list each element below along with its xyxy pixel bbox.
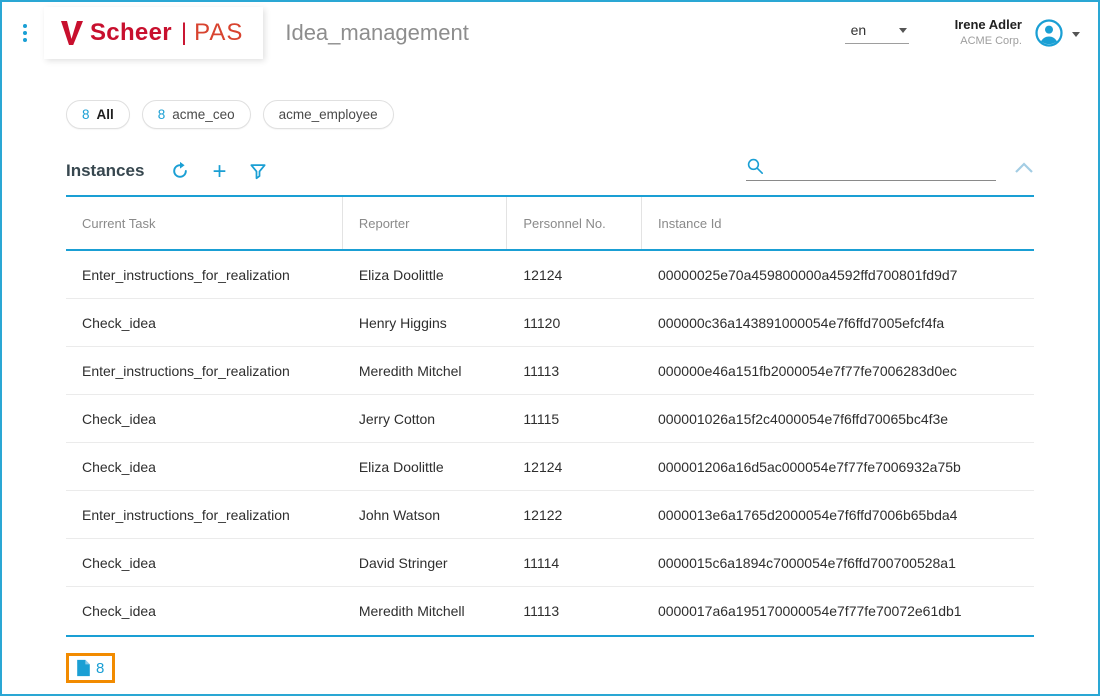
app-title: Idea_management	[285, 20, 468, 46]
table-row[interactable]: Check_ideaEliza Doolittle12124000001206a…	[66, 443, 1034, 491]
table-cell: 12122	[507, 507, 642, 523]
refresh-icon	[170, 161, 190, 181]
table-cell: 12124	[507, 267, 642, 283]
table-cell: Eliza Doolittle	[343, 459, 508, 475]
table-cell: 000000e46a151fb2000054e7f77fe7006283d0ec	[642, 363, 1034, 379]
filter-chip-acme_ceo[interactable]: 8 acme_ceo	[142, 100, 251, 129]
chip-label: All	[97, 107, 114, 122]
table-cell: Check_idea	[66, 411, 343, 427]
user-avatar-icon[interactable]	[1034, 18, 1064, 48]
table-cell: 0000013e6a1765d2000054e7f6ffd7006b65bda4	[642, 507, 1034, 523]
app-window: { "header": { "brand": { "name": "Scheer…	[0, 0, 1100, 696]
table-row[interactable]: Check_ideaJerry Cotton11115000001026a15f…	[66, 395, 1034, 443]
table-cell: 11120	[507, 315, 642, 331]
table-cell: David Stringer	[343, 555, 508, 571]
instance-count: 8	[96, 660, 104, 677]
chip-count: 8	[158, 107, 166, 122]
search-box	[746, 157, 996, 181]
filter-chip-acme_employee[interactable]: acme_employee	[263, 100, 394, 129]
language-value: en	[851, 22, 867, 38]
brand-suffix: PAS	[194, 19, 243, 47]
table-cell: Check_idea	[66, 555, 343, 571]
table-cell: 11113	[507, 603, 642, 619]
table-cell: Henry Higgins	[343, 315, 508, 331]
table-cell: Eliza Doolittle	[343, 267, 508, 283]
filter-chip-all[interactable]: 8 All	[66, 100, 130, 129]
chevron-down-icon	[899, 28, 907, 33]
scheer-logo-icon	[60, 20, 84, 46]
column-header-personnel-no: Personnel No.	[507, 197, 642, 249]
footer: 8	[66, 653, 1098, 683]
plus-icon: +	[212, 163, 226, 181]
table-cell: John Watson	[343, 507, 508, 523]
table-header-row: Current Task Reporter Personnel No. Inst…	[66, 197, 1034, 251]
table-row[interactable]: Check_ideaDavid Stringer111140000015c6a1…	[66, 539, 1034, 587]
user-name: Irene Adler	[955, 17, 1022, 34]
filter-button[interactable]	[248, 161, 268, 181]
column-header-current-task: Current Task	[66, 197, 343, 249]
table-row[interactable]: Enter_instructions_for_realizationJohn W…	[66, 491, 1034, 539]
table-cell: 0000015c6a1894c7000054e7f6ffd700700528a1	[642, 555, 1034, 571]
table-cell: 000000c36a143891000054e7f6ffd7005efcf4fa	[642, 315, 1034, 331]
brand-divider: |	[181, 19, 187, 47]
menu-icon[interactable]	[14, 18, 36, 48]
chip-count: 8	[82, 107, 90, 122]
table-cell: Enter_instructions_for_realization	[66, 267, 343, 283]
table-cell: 11114	[507, 555, 642, 571]
table-cell: Enter_instructions_for_realization	[66, 507, 343, 523]
table-cell: 000001206a16d5ac000054e7f77fe7006932a75b	[642, 459, 1034, 475]
user-company: ACME Corp.	[955, 34, 1022, 48]
header: Scheer | PAS Idea_management en Irene Ad…	[2, 2, 1098, 64]
filter-funnel-icon	[248, 161, 268, 181]
filter-chips: 8 All 8 acme_ceo acme_employee	[66, 100, 1098, 129]
table-cell: 000001026a15f2c4000054e7f6ffd70065bc4f3e	[642, 411, 1034, 427]
table-body: Enter_instructions_for_realizationEliza …	[66, 251, 1034, 635]
table-cell: 0000017a6a195170000054e7f77fe70072e61db1	[642, 603, 1034, 619]
table-cell: Check_idea	[66, 459, 343, 475]
brand-name: Scheer	[90, 19, 172, 47]
document-icon	[76, 659, 91, 677]
table-cell: 11113	[507, 363, 642, 379]
table-cell: 00000025e70a459800000a4592ffd700801fd9d7	[642, 267, 1034, 283]
instances-title: Instances	[66, 161, 144, 181]
refresh-button[interactable]	[170, 161, 190, 181]
collapse-panel-button[interactable]	[1014, 161, 1034, 181]
table-row[interactable]: Check_ideaMeredith Mitchell111130000017a…	[66, 587, 1034, 635]
table-cell: Check_idea	[66, 315, 343, 331]
instances-toolbar: Instances +	[66, 157, 1034, 181]
table-row[interactable]: Enter_instructions_for_realizationEliza …	[66, 251, 1034, 299]
table-cell: 12124	[507, 459, 642, 475]
brand-logo: Scheer | PAS	[44, 7, 263, 59]
instances-table: Current Task Reporter Personnel No. Inst…	[66, 195, 1034, 637]
table-cell: Meredith Mitchell	[343, 603, 508, 619]
table-cell: Enter_instructions_for_realization	[66, 363, 343, 379]
column-header-instance-id: Instance Id	[642, 197, 1034, 249]
user-menu-caret-icon[interactable]	[1070, 20, 1082, 46]
table-cell: Check_idea	[66, 603, 343, 619]
table-cell: 11115	[507, 411, 642, 427]
chip-label: acme_employee	[279, 107, 378, 122]
table-cell: Meredith Mitchel	[343, 363, 508, 379]
chevron-up-icon	[1014, 162, 1034, 174]
table-cell: Jerry Cotton	[343, 411, 508, 427]
column-header-reporter: Reporter	[343, 197, 508, 249]
search-input[interactable]	[772, 157, 996, 175]
user-info: Irene Adler ACME Corp.	[955, 17, 1022, 48]
add-instance-button[interactable]: +	[212, 163, 226, 181]
search-icon	[746, 157, 764, 175]
language-select[interactable]: en	[845, 22, 909, 44]
chip-label: acme_ceo	[172, 107, 234, 122]
table-row[interactable]: Enter_instructions_for_realizationMeredi…	[66, 347, 1034, 395]
instance-count-badge[interactable]: 8	[66, 653, 115, 683]
table-row[interactable]: Check_ideaHenry Higgins11120000000c36a14…	[66, 299, 1034, 347]
